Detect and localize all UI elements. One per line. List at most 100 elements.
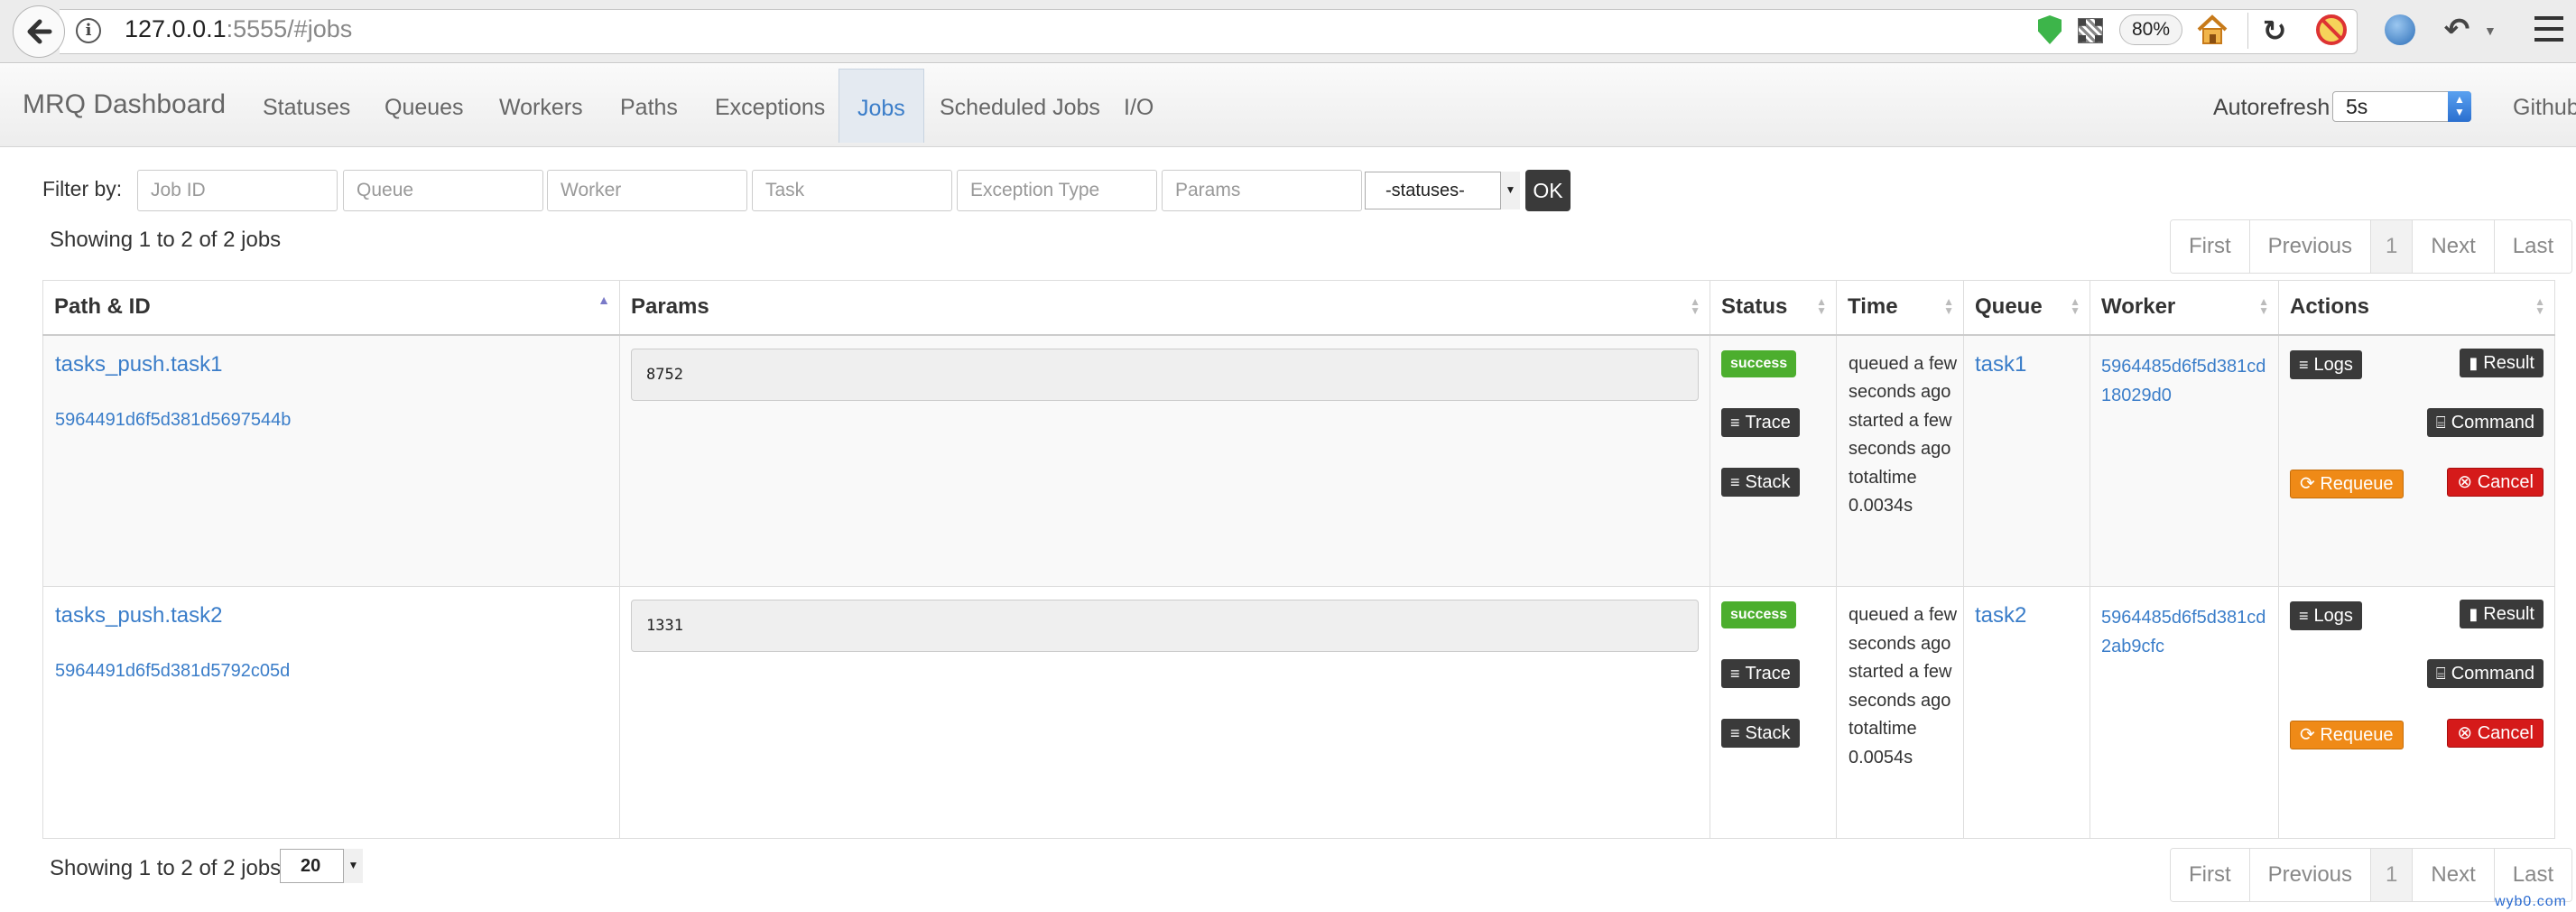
cancel-label: Cancel [2477, 723, 2534, 743]
nav-queues[interactable]: Queues [385, 95, 464, 121]
nav-statuses[interactable]: Statuses [263, 95, 350, 121]
page-previous[interactable]: Previous [2248, 849, 2371, 901]
exception-type-filter[interactable] [957, 170, 1157, 211]
column-header-path[interactable]: Path & ID ▲ [42, 280, 620, 336]
reload-icon[interactable]: ↻ [2258, 14, 2291, 47]
jobs-table: Path & ID ▲ Params ▲ ▼ Status ▲ ▼ Time ▲ ▼ Queu… [42, 280, 2555, 839]
app-navbar: MRQ Dashboard Statuses Queues Workers Pa… [0, 64, 2576, 147]
sort-icon: ▲ ▼ [2258, 295, 2269, 317]
page-next[interactable]: Next [2412, 849, 2494, 901]
trace-button[interactable]: ≡ Trace [1721, 659, 1800, 688]
sort-asc-icon: ▲ [598, 293, 610, 307]
cell-actions: ≡ Logs ▮ Result ⌸ Command ⟳ Requeue ⊗ Cance… [2278, 334, 2555, 587]
column-header-actions[interactable]: Actions ▲ ▼ [2278, 280, 2555, 336]
hamburger-menu-icon[interactable] [2534, 16, 2563, 42]
worker-link[interactable]: 5964485d6f5d381cd2ab9cfc [2101, 603, 2273, 661]
github-link[interactable]: Github [2513, 95, 2576, 121]
column-header-worker[interactable]: Worker ▲ ▼ [2090, 280, 2279, 336]
job-id-filter[interactable] [137, 170, 338, 211]
list-icon: ≡ [1730, 724, 1740, 742]
job-id-link[interactable]: 5964491d6f5d381d5792c05d [55, 661, 290, 682]
job-path-link[interactable]: tasks_push.task2 [55, 603, 222, 628]
queue-link[interactable]: task2 [1975, 603, 2026, 628]
nav-workers[interactable]: Workers [499, 95, 583, 121]
showing-count-top: Showing 1 to 2 of 2 jobs [50, 228, 282, 252]
chevron-down-icon[interactable]: ▼ [2484, 23, 2497, 38]
extension-globe-icon[interactable] [2385, 14, 2415, 45]
page-first[interactable]: First [2171, 220, 2249, 273]
column-header-time-label: Time [1848, 294, 1898, 320]
nav-paths[interactable]: Paths [620, 95, 678, 121]
per-page-select[interactable]: 20 ▼ [280, 849, 363, 883]
params-value: 1331 [631, 600, 1699, 652]
nav-exceptions[interactable]: Exceptions [715, 95, 825, 121]
table-header-row: Path & ID ▲ Params ▲ ▼ Status ▲ ▼ Time ▲ ▼ Queu… [42, 280, 2555, 336]
cancel-button[interactable]: ⊗ Cancel [2447, 467, 2544, 497]
command-button[interactable]: ⌸ Command [2426, 659, 2544, 688]
worker-link[interactable]: 5964485d6f5d381cd18029d0 [2101, 352, 2273, 410]
undo-icon[interactable]: ↶ [2439, 13, 2475, 47]
filter-ok-button[interactable]: OK [1525, 170, 1571, 211]
job-path-link[interactable]: tasks_push.task1 [55, 352, 222, 377]
time-queued: queued a few seconds ago [1849, 605, 1958, 654]
time-started: started a few seconds ago [1849, 662, 1952, 711]
brand-title[interactable]: MRQ Dashboard [23, 89, 226, 120]
cell-queue: task2 [1963, 586, 2090, 839]
command-button[interactable]: ⌸ Command [2426, 407, 2544, 437]
back-button[interactable] [13, 5, 65, 58]
requeue-button[interactable]: ⟳ Requeue [2290, 721, 2404, 749]
page-first[interactable]: First [2171, 849, 2249, 901]
stack-button[interactable]: ≡ Stack [1721, 719, 1800, 748]
logs-button[interactable]: ≡ Logs [2290, 349, 2362, 379]
page-next[interactable]: Next [2412, 220, 2494, 273]
home-icon[interactable] [2195, 13, 2229, 47]
queue-link[interactable]: task1 [1975, 352, 2026, 377]
column-header-worker-label: Worker [2101, 294, 2176, 320]
column-header-status[interactable]: Status ▲ ▼ [1710, 280, 1837, 336]
page-current[interactable]: 1 [2370, 220, 2413, 273]
sort-icon: ▲ ▼ [1943, 295, 1954, 317]
file-icon: ▮ [2469, 353, 2479, 372]
nav-jobs[interactable]: Jobs [839, 69, 924, 143]
autorefresh-select[interactable]: 5s ▲ ▼ [2332, 91, 2471, 122]
trace-button[interactable]: ≡ Trace [1721, 407, 1800, 437]
cancel-button[interactable]: ⊗ Cancel [2447, 719, 2544, 748]
watermark: wyb0.com [2494, 894, 2567, 909]
page-last[interactable]: Last [2493, 220, 2572, 273]
requeue-button[interactable]: ⟳ Requeue [2290, 469, 2404, 498]
refresh-icon: ⟳ [2300, 473, 2321, 494]
nav-scheduled-jobs[interactable]: Scheduled Jobs [940, 95, 1100, 121]
job-id-link[interactable]: 5964491d6f5d381d5697544b [55, 410, 291, 431]
info-icon[interactable]: i [76, 18, 101, 43]
result-button[interactable]: ▮ Result [2460, 348, 2544, 377]
queue-filter[interactable] [343, 170, 543, 211]
result-button[interactable]: ▮ Result [2460, 600, 2544, 628]
page-current[interactable]: 1 [2370, 849, 2413, 901]
logs-button[interactable]: ≡ Logs [2290, 601, 2362, 630]
cancel-circle-icon: ⊗ [2457, 723, 2478, 743]
result-label: Result [2483, 352, 2534, 373]
chevron-down-icon: ▼ [1500, 172, 1520, 209]
column-header-time[interactable]: Time ▲ ▼ [1836, 280, 1964, 336]
url-bar[interactable] [60, 9, 2358, 54]
column-header-queue[interactable]: Queue ▲ ▼ [1963, 280, 2090, 336]
logs-label: Logs [2313, 606, 2353, 626]
adblock-icon[interactable] [2316, 14, 2347, 45]
cell-actions: ≡ Logs ▮ Result ⌸ Command ⟳ Requeue ⊗ Cance… [2278, 586, 2555, 839]
task-filter[interactable] [752, 170, 952, 211]
params-filter[interactable] [1162, 170, 1362, 211]
chevron-down-icon: ▼ [343, 849, 363, 883]
per-page-value: 20 [301, 856, 321, 876]
cell-time: queued a few seconds ago started a few s… [1836, 334, 1964, 587]
zoom-level[interactable]: 80% [2119, 14, 2182, 45]
column-header-status-label: Status [1721, 294, 1788, 320]
stack-button[interactable]: ≡ Stack [1721, 467, 1800, 497]
status-filter-select[interactable]: -statuses- ▼ [1365, 172, 1520, 209]
worker-filter[interactable] [547, 170, 747, 211]
qr-code-icon[interactable] [2078, 18, 2103, 43]
column-header-params[interactable]: Params ▲ ▼ [619, 280, 1710, 336]
nav-io[interactable]: I/O [1124, 95, 1154, 121]
toolbar-divider [2247, 13, 2248, 49]
url-text[interactable]: 127.0.0.1:5555/#jobs [125, 15, 352, 43]
page-previous[interactable]: Previous [2248, 220, 2371, 273]
